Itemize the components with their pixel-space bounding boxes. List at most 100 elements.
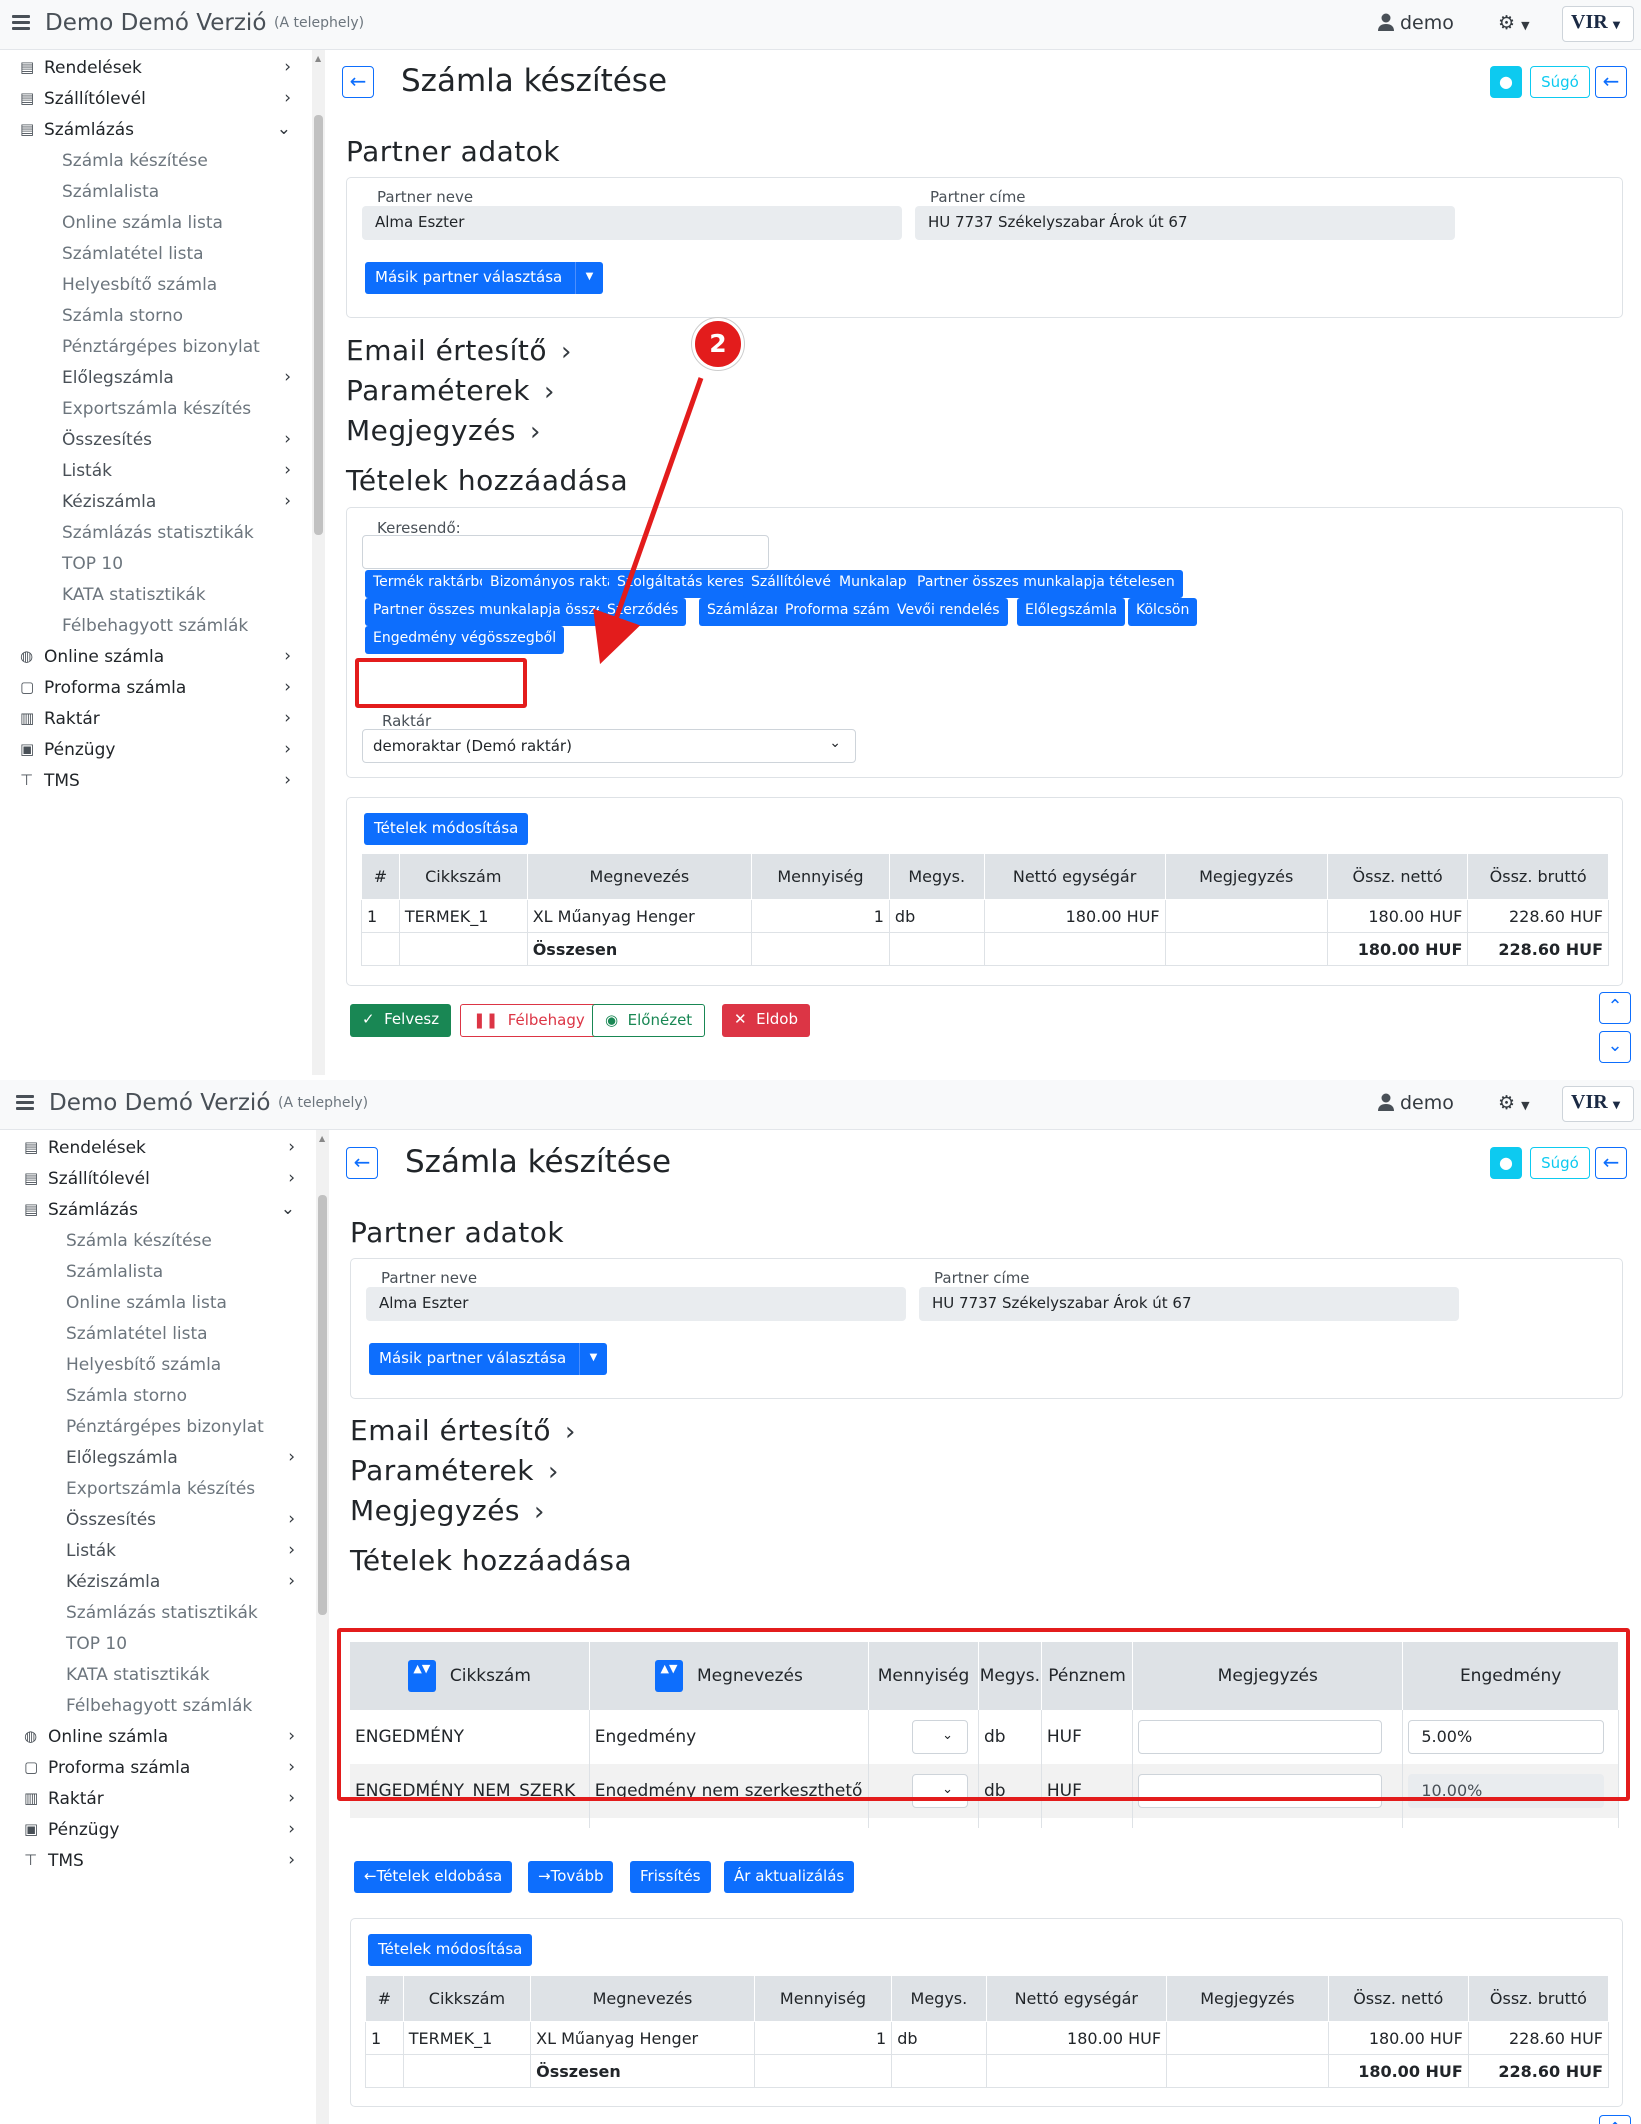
sidebar-item-label: Előlegszámla [66, 1448, 178, 1468]
table-row[interactable]: 1 TERMEK_1 XL Műanyag Henger 1 db 180.00 HUF 1… [365, 2021, 1610, 2055]
site-name: (A telephely) [278, 1095, 369, 1111]
partner-address-field: HU 7737 Székelyszabar Árok út 67 [919, 1287, 1459, 1321]
column-header[interactable]: Mennyiség [753, 1975, 893, 2022]
highlight-discount-table [337, 1628, 1630, 1801]
params-section-label: Paraméterek [350, 1454, 534, 1487]
table-cell [402, 2054, 532, 2088]
warehouse-icon: ▥ [24, 1789, 39, 1807]
table-cell: 1 [365, 2021, 404, 2055]
table-cell [753, 2054, 893, 2088]
page-title: Számla készítése [405, 1144, 672, 1180]
next-button[interactable]: →Tovább [528, 1861, 614, 1893]
arrow-left-icon: ← [1602, 1150, 1620, 1174]
back-button[interactable]: ← [346, 1147, 378, 1179]
price-update-button[interactable]: Ár aktualizálás [724, 1861, 855, 1893]
file-icon: ▤ [24, 1138, 39, 1156]
vir-logo[interactable]: VIR ▼ [1562, 1086, 1634, 1122]
chevron-right-icon: › [288, 1819, 295, 1839]
close-panel-button[interactable]: ← [1595, 1147, 1627, 1179]
next-label: Tovább [550, 1867, 604, 1885]
gear-icon: ⚙ [1498, 1092, 1516, 1114]
partner-address-label: Partner címe [934, 1269, 1030, 1287]
sidebar: ▤ Rendelések › ▤ Szállítólevél › ▤ Számlázás ⌄ Sz… [4, 1130, 316, 2124]
table-cell [365, 2054, 404, 2088]
table-cell: 180.00 HUF [985, 2021, 1168, 2055]
help-button[interactable]: Súgó [1530, 1147, 1590, 1179]
main-content: ← Számla készítése ● Súgó ← Partner adat… [329, 1130, 1641, 2124]
partner-section-title: Partner adatok [350, 1216, 565, 1249]
chevron-right-icon: › [288, 1509, 295, 1529]
table-cell: 228.60 HUF [1467, 2021, 1610, 2055]
document-icon: ▢ [24, 1758, 39, 1776]
chat-button[interactable]: ● [1490, 1147, 1522, 1179]
note-section-toggle[interactable]: Megjegyzés › [350, 1494, 545, 1527]
other-partner-button[interactable]: Másik partner választása ▼ [369, 1343, 607, 1375]
column-header[interactable]: Megnevezés [530, 1975, 755, 2022]
chevron-right-icon: › [288, 1757, 295, 1777]
table-cell [1132, 1818, 1404, 1828]
sidebar-item-label: Számlatétel lista [66, 1324, 208, 1344]
sidebar-item-label: Számla storno [66, 1386, 188, 1406]
email-section-label: Email értesítő [350, 1414, 552, 1447]
chevron-right-icon: › [288, 1137, 295, 1157]
scrollbar-thumb[interactable] [318, 1195, 327, 1615]
top-navbar: Demo Demó Verzió (A telephely) demo ⚙ ▼ … [0, 1080, 1641, 1130]
table-cell [891, 2054, 987, 2088]
table-cell [868, 1818, 979, 1828]
column-header[interactable]: Megjegyzés [1166, 1975, 1329, 2022]
table-cell: 1 [753, 2021, 893, 2055]
caret-down-icon[interactable]: ▼ [579, 1343, 607, 1375]
column-header[interactable]: Cikkszám [402, 1975, 532, 2022]
items-card: Tételek módosítása # Cikkszám Megnevezés Me… [350, 1918, 1623, 2107]
sidebar-item-label: Számla készítése [66, 1231, 212, 1251]
settings-menu[interactable]: ⚙ ▼ [1498, 1092, 1530, 1114]
other-partner-label: Másik partner választása [379, 1349, 567, 1367]
email-section-toggle[interactable]: Email értesítő › [350, 1414, 576, 1447]
note-section-label: Megjegyzés [350, 1494, 521, 1527]
table-cell [350, 1818, 590, 1828]
scroll-up-button[interactable]: ⌃ [1599, 2115, 1631, 2124]
clipboard-icon: ▤ [24, 1169, 39, 1187]
table-cell [978, 1818, 1042, 1828]
file-icon: ▤ [24, 1200, 39, 1218]
sidebar-item-label: Félbehagyott számlák [66, 1696, 253, 1716]
table-cell: 228.60 HUF [1467, 2054, 1610, 2088]
chevron-right-icon: › [534, 1497, 545, 1527]
remove-items-button[interactable]: ←Tételek eldobása [354, 1861, 513, 1893]
menu-toggle-icon[interactable] [16, 1095, 34, 1111]
annotation-arrow [593, 377, 704, 665]
chevron-right-icon: › [288, 1571, 295, 1591]
sidebar-item-label: Online számla lista [66, 1293, 227, 1313]
chevron-right-icon: › [288, 1850, 295, 1870]
column-header[interactable]: Megys. [891, 1975, 987, 2022]
user-menu[interactable]: demo [1378, 1092, 1454, 1114]
chat-icon: ● [1499, 1153, 1513, 1172]
refresh-button[interactable]: Frissítés [630, 1861, 711, 1893]
column-header[interactable]: Össz. bruttó [1467, 1975, 1610, 2022]
sidebar-item-label: Számlázás [48, 1200, 139, 1220]
sidebar-scrollbar[interactable]: ▲ [316, 1130, 329, 2124]
caret-down-icon: ▼ [1612, 1100, 1621, 1111]
user-name: demo [1400, 1092, 1454, 1114]
column-header[interactable]: Össz. nettó [1327, 1975, 1469, 2022]
chevron-right-icon: › [288, 1540, 295, 1560]
user-icon [1378, 1093, 1394, 1111]
column-header[interactable]: Nettó egységár [985, 1975, 1168, 2022]
chevron-right-icon: › [565, 1417, 576, 1447]
table-cell: db [891, 2021, 987, 2055]
logo-text: VIR [1571, 1091, 1608, 1113]
sidebar-item[interactable]: ⊤ TMS › [4, 1841, 309, 1881]
arrow-left-icon: ← [364, 1867, 377, 1885]
params-section-toggle[interactable]: Paraméterek › [350, 1454, 559, 1487]
table-cell: Összesen [530, 2054, 755, 2088]
table-cell [985, 2054, 1168, 2088]
modify-items-button[interactable]: Tételek módosítása [368, 1934, 533, 1966]
column-header[interactable]: # [365, 1975, 404, 2022]
globe-icon: ◍ [24, 1727, 38, 1745]
scroll-up-arrow-icon[interactable]: ▲ [319, 1134, 325, 1143]
partner-name-field: Alma Eszter [366, 1287, 906, 1321]
table-cell [1166, 2021, 1329, 2055]
sidebar-item-label: Számlalista [66, 1262, 164, 1282]
chevron-down-icon: ⌄ [280, 1199, 295, 1219]
sidebar-item-label: Online számla [48, 1727, 169, 1747]
